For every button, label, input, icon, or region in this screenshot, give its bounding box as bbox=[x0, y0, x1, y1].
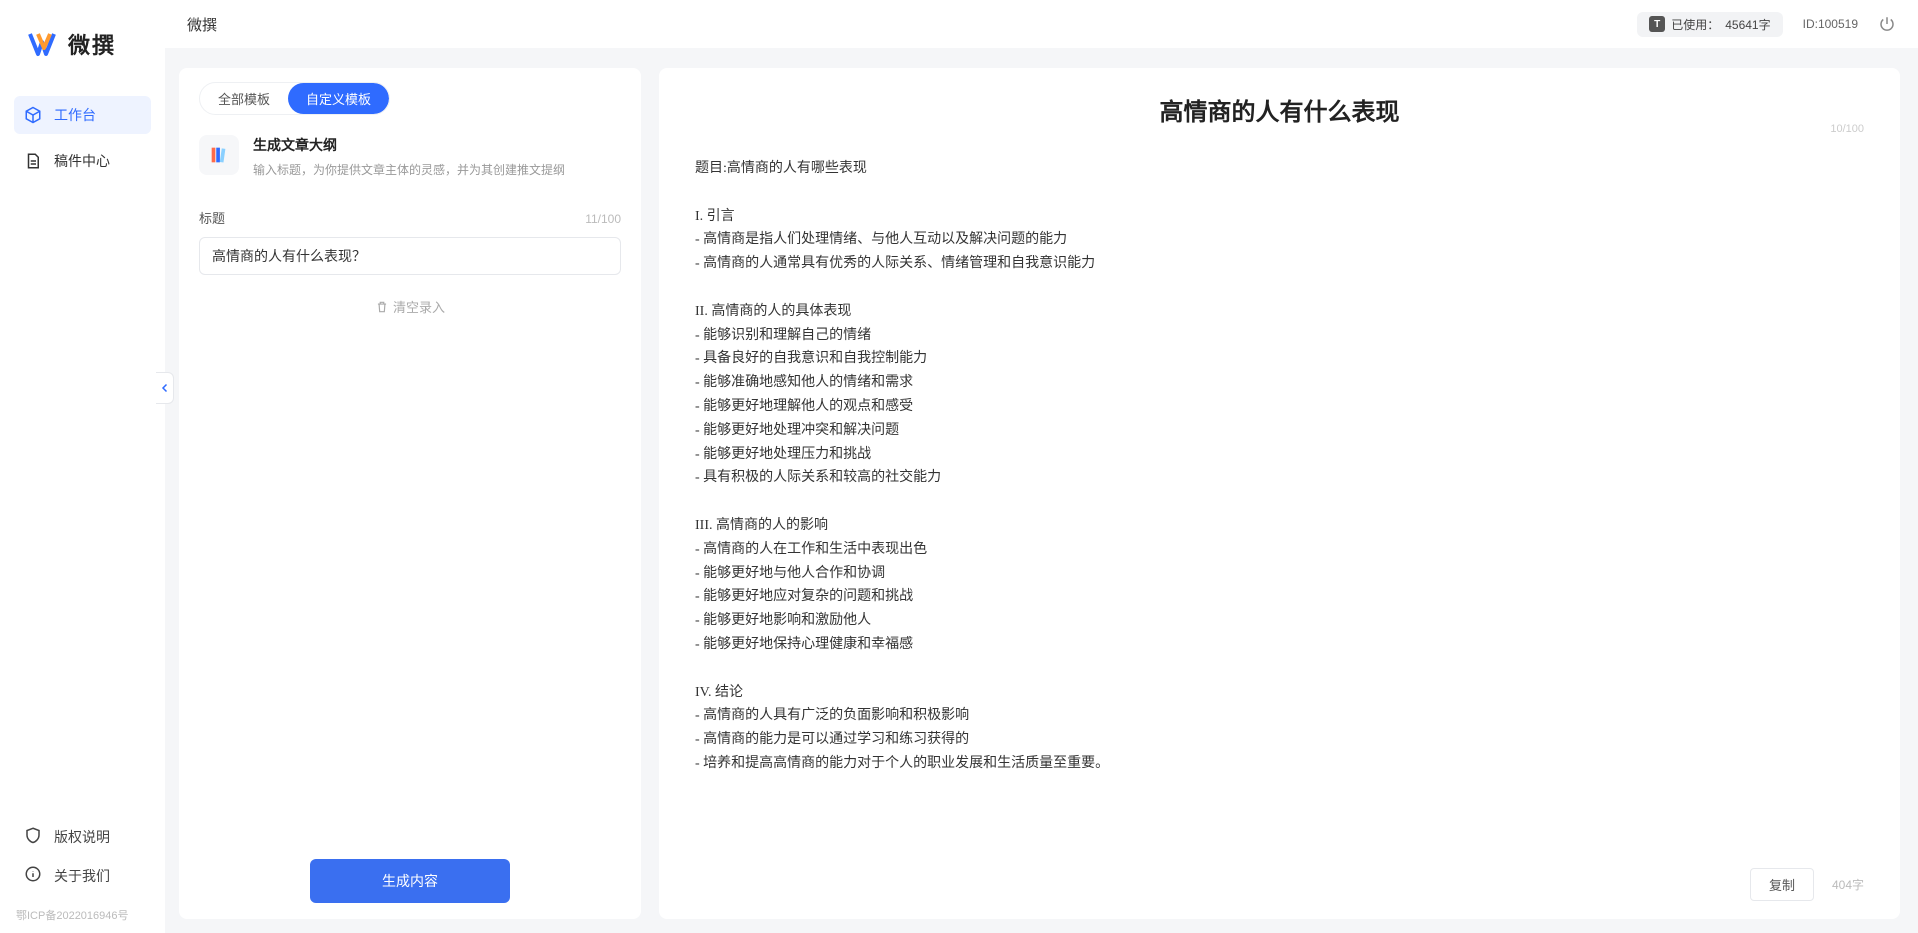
sidebar-collapse-button[interactable] bbox=[156, 372, 174, 404]
sidebar-item-workbench[interactable]: 工作台 bbox=[14, 96, 151, 134]
config-panel: 全部模板 自定义模板 生成文章大纲 输入标题，为你提供文章主体的灵感，并为其创建… bbox=[179, 68, 641, 919]
page-title: 微撰 bbox=[187, 14, 217, 35]
usage-badge: T 已使用： 45641字 bbox=[1637, 12, 1782, 37]
cube-icon bbox=[24, 106, 42, 124]
usage-value: 45641字 bbox=[1725, 16, 1770, 33]
books-icon bbox=[199, 135, 239, 175]
brand-logo: 微撰 bbox=[0, 0, 165, 96]
brand-name: 微撰 bbox=[68, 28, 116, 60]
workspace: 全部模板 自定义模板 生成文章大纲 输入标题，为你提供文章主体的灵感，并为其创建… bbox=[165, 48, 1918, 933]
output-footer: 复制 404字 bbox=[695, 854, 1864, 901]
sidebar-item-label: 关于我们 bbox=[54, 866, 110, 886]
icp-text: 鄂ICP备2022016946号 bbox=[0, 903, 165, 933]
output-panel: 高情商的人有什么表现 10/100 题目:高情商的人有哪些表现 I. 引言 - … bbox=[659, 68, 1900, 919]
word-count: 404字 bbox=[1832, 876, 1864, 893]
user-id: ID:100519 bbox=[1803, 17, 1858, 31]
sidebar: 微撰 工作台 稿件中心 版权说明 关于我们 鄂ICP备2022016946号 bbox=[0, 0, 165, 933]
info-icon bbox=[24, 865, 42, 886]
output-body: 题目:高情商的人有哪些表现 I. 引言 - 高情商是指人们处理情绪、与他人互动以… bbox=[695, 157, 1864, 854]
tab-custom-templates[interactable]: 自定义模板 bbox=[288, 83, 389, 114]
sidebar-item-drafts[interactable]: 稿件中心 bbox=[14, 142, 151, 180]
shield-icon bbox=[24, 826, 42, 847]
generate-button[interactable]: 生成内容 bbox=[310, 859, 510, 903]
title-field-label: 标题 bbox=[199, 208, 225, 227]
sidebar-bottom: 版权说明 关于我们 bbox=[0, 817, 165, 903]
sidebar-item-about[interactable]: 关于我们 bbox=[14, 856, 151, 895]
power-button[interactable] bbox=[1878, 15, 1896, 33]
trash-icon bbox=[375, 300, 389, 314]
template-tabs: 全部模板 自定义模板 bbox=[199, 82, 390, 115]
output-title: 高情商的人有什么表现 bbox=[1160, 92, 1400, 127]
sidebar-item-label: 版权说明 bbox=[54, 827, 110, 847]
usage-label: 已使用： bbox=[1671, 16, 1719, 33]
tab-all-templates[interactable]: 全部模板 bbox=[200, 83, 288, 114]
doc-icon bbox=[24, 152, 42, 170]
chevron-left-icon bbox=[159, 382, 171, 394]
template-card: 生成文章大纲 输入标题，为你提供文章主体的灵感，并为其创建推文提纲 bbox=[199, 135, 621, 178]
sidebar-item-label: 稿件中心 bbox=[54, 151, 110, 171]
power-icon bbox=[1878, 15, 1896, 33]
sidebar-item-copyright[interactable]: 版权说明 bbox=[14, 817, 151, 856]
sidebar-nav: 工作台 稿件中心 bbox=[0, 96, 165, 817]
brand-logo-icon bbox=[28, 28, 60, 60]
usage-badge-icon: T bbox=[1649, 16, 1665, 32]
topbar: 微撰 T 已使用： 45641字 ID:100519 bbox=[165, 0, 1918, 48]
template-desc: 输入标题，为你提供文章主体的灵感，并为其创建推文提纲 bbox=[253, 161, 565, 178]
title-char-counter: 11/100 bbox=[585, 212, 621, 226]
title-input[interactable] bbox=[199, 237, 621, 275]
sidebar-item-label: 工作台 bbox=[54, 105, 96, 125]
copy-button[interactable]: 复制 bbox=[1750, 868, 1814, 901]
clear-input-button[interactable]: 清空录入 bbox=[199, 297, 621, 316]
clear-label: 清空录入 bbox=[393, 297, 445, 316]
main-area: 微撰 T 已使用： 45641字 ID:100519 全部模板 自定义模板 bbox=[165, 0, 1918, 933]
template-title: 生成文章大纲 bbox=[253, 135, 565, 155]
output-title-counter: 10/100 bbox=[1830, 123, 1864, 135]
